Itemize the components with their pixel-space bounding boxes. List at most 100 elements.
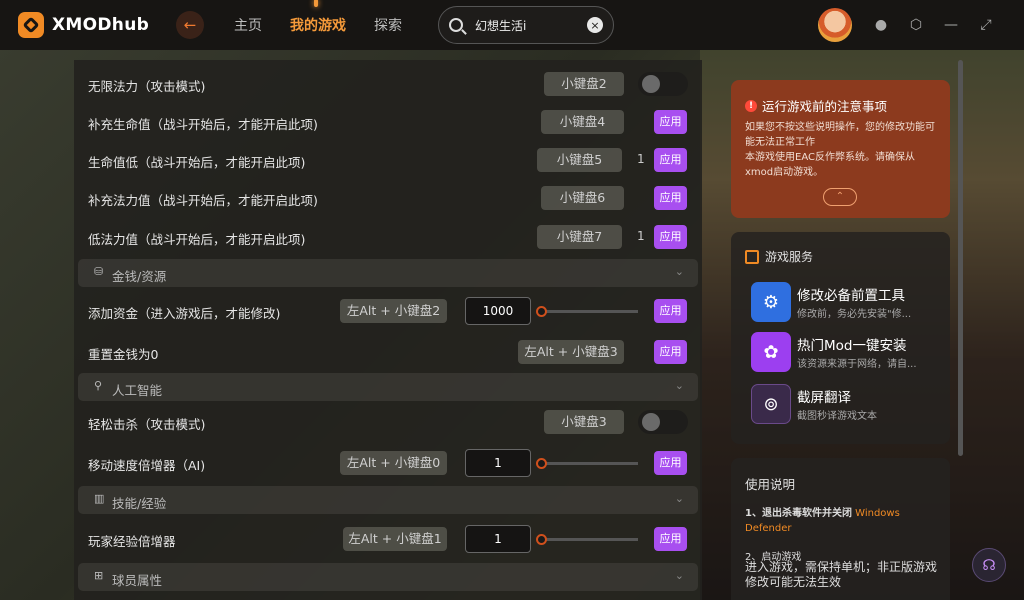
service-item[interactable]: ✿ 热门Mod一键安装 该资源来源于网络，请自... xyxy=(751,330,941,374)
value-slider[interactable] xyxy=(536,306,638,317)
value-slider[interactable] xyxy=(536,458,638,469)
settings-icon[interactable]: ⬡ xyxy=(907,16,925,34)
apply-button[interactable]: 应用 xyxy=(654,527,687,551)
flower-icon: ✿ xyxy=(751,332,791,372)
hotkey-badge[interactable]: 小键盘5 xyxy=(537,148,622,172)
arrow-left-icon: ← xyxy=(183,16,197,34)
chevron-down-icon: ⌄ xyxy=(674,569,684,582)
bar-chart-icon: ▥ xyxy=(94,492,105,505)
cheat-row: 补充法力值（战斗开始后，才能开启此项) 小键盘6 应用 xyxy=(74,180,702,216)
apply-button[interactable]: 应用 xyxy=(654,340,687,364)
minimize-icon[interactable]: — xyxy=(942,16,960,34)
chevron-down-icon: ⌄ xyxy=(674,492,684,505)
section-header-ai[interactable]: ⚲ 人工智能 ⌄ xyxy=(78,373,698,401)
guide-title: 使用说明 xyxy=(745,477,796,492)
notice-text-2: 本游戏使用EAC反作弊系统。请确保从xmod启动游戏。 xyxy=(745,152,915,178)
hotkey-badge[interactable]: 小键盘3 xyxy=(544,410,624,434)
grid-icon: ⊞ xyxy=(94,569,104,582)
cheat-label: 低法力值（战斗开始后，才能开启此项) xyxy=(88,232,306,247)
value-input[interactable]: 1000 xyxy=(465,297,531,325)
hotkey-badge[interactable]: 小键盘2 xyxy=(544,72,624,96)
logo-icon xyxy=(18,12,44,38)
hotkey-badge[interactable]: 小键盘4 xyxy=(541,110,624,134)
guide-step-1: 1、退出杀毒软件并关闭 Windows Defender xyxy=(745,506,941,536)
search-bar: × xyxy=(438,6,614,44)
cheat-toggle[interactable] xyxy=(638,72,688,96)
cheat-label: 添加资金（进入游戏后，才能修改) xyxy=(88,306,281,321)
section-header-player[interactable]: ⊞ 球员属性 ⌄ xyxy=(78,563,698,591)
back-button[interactable]: ← xyxy=(176,11,204,39)
cheat-label: 补充生命值（战斗开始后，才能开启此项) xyxy=(88,117,318,132)
apply-button[interactable]: 应用 xyxy=(654,110,687,134)
avatar[interactable] xyxy=(818,8,852,42)
cheat-row: 低法力值（战斗开始后，才能开启此项) 小键盘7 1 应用 xyxy=(74,219,702,255)
money-bag-icon: ⛁ xyxy=(94,265,104,278)
services-header: 游戏服务 xyxy=(745,248,813,265)
hotkey-badge[interactable]: 左Alt + 小键盘0 xyxy=(340,451,447,475)
cheat-value: 1 xyxy=(637,229,645,243)
section-title: 金钱/资源 xyxy=(112,269,167,284)
service-desc: 该资源来源于网络，请自... xyxy=(797,359,917,370)
cheat-row: 玩家经验倍增器 左Alt + 小键盘1 1 应用 xyxy=(74,521,702,557)
cheat-row: 添加资金（进入游戏后，才能修改) 左Alt + 小键盘2 1000 应用 xyxy=(74,293,702,329)
hotkey-badge[interactable]: 左Alt + 小键盘3 xyxy=(518,340,624,364)
download-icon: ⊚ xyxy=(751,384,791,424)
hotkey-badge[interactable]: 小键盘6 xyxy=(541,186,624,210)
section-title: 人工智能 xyxy=(112,383,163,398)
chevron-down-icon: ⌄ xyxy=(674,265,684,278)
apply-button[interactable]: 应用 xyxy=(654,225,687,249)
cheat-row: 补充生命值（战斗开始后，才能开启此项) 小键盘4 应用 xyxy=(74,104,702,140)
cheat-row: 轻松击杀（攻击模式) 小键盘3 xyxy=(74,404,702,440)
cheat-label: 重置金钱为0 xyxy=(88,347,159,362)
scrollbar[interactable] xyxy=(958,60,963,456)
hotkey-badge[interactable]: 小键盘7 xyxy=(537,225,622,249)
fullscreen-icon[interactable]: ⤢ xyxy=(977,16,995,34)
section-title: 技能/经验 xyxy=(112,496,167,511)
cheat-label: 轻松击杀（攻击模式) xyxy=(88,417,206,432)
apply-button[interactable]: 应用 xyxy=(654,451,687,475)
section-header-money[interactable]: ⛁ 金钱/资源 ⌄ xyxy=(78,259,698,287)
search-icon xyxy=(449,18,463,32)
guide-card: 使用说明 1、退出杀毒软件并关闭 Windows Defender 2、启动游戏… xyxy=(731,458,950,600)
service-desc: 截图秒译游戏文本 xyxy=(797,411,877,422)
guide-step-2-text: 进入游戏，需保持单机；非正版游戏修改可能无法生效 xyxy=(745,560,938,589)
section-header-skills[interactable]: ▥ 技能/经验 ⌄ xyxy=(78,486,698,514)
service-item[interactable]: ⊚ 截屏翻译 截图秒译游戏文本 xyxy=(751,382,941,426)
package-icon xyxy=(745,249,759,264)
chevron-up-icon: ⌃ xyxy=(835,191,845,202)
hotkey-badge[interactable]: 左Alt + 小键盘1 xyxy=(343,527,447,551)
hotkey-badge[interactable]: 左Alt + 小键盘2 xyxy=(340,299,447,323)
value-input[interactable]: 1 xyxy=(465,449,531,477)
nav-home[interactable]: 主页 xyxy=(234,15,262,35)
nav-explore[interactable]: 探索 xyxy=(374,15,402,35)
services-title: 游戏服务 xyxy=(765,250,814,264)
cheat-label: 补充法力值（战斗开始后，才能开启此项) xyxy=(88,193,318,208)
app-logo[interactable]: XMODhub xyxy=(18,12,166,38)
clear-search-button[interactable]: × xyxy=(587,17,603,33)
service-title: 热门Mod一键安装 xyxy=(797,338,907,354)
window-controls: ● ⬡ — ⤢ xyxy=(872,16,1012,34)
notification-icon[interactable]: ● xyxy=(872,16,890,34)
service-desc: 修改前，务必先安装"修... xyxy=(797,309,912,320)
alert-icon: ! xyxy=(745,99,757,112)
nav-my-games[interactable]: 我的游戏 xyxy=(290,0,346,35)
apply-button[interactable]: 应用 xyxy=(654,148,687,172)
cheat-toggle[interactable] xyxy=(638,410,688,434)
chevron-down-icon: ⌄ xyxy=(674,379,684,392)
notice-header: ! 运行游戏前的注意事项 xyxy=(745,96,887,115)
cheat-row: 无限法力（攻击模式) 小键盘2 xyxy=(74,66,702,102)
headset-icon[interactable]: ☊ xyxy=(972,548,1006,582)
notice-text: 如果您不按这些说明操作，您的修改功能可能无法正常工作 本游戏使用EAC反作弊系统… xyxy=(745,120,941,180)
apply-button[interactable]: 应用 xyxy=(654,186,687,210)
main-nav: 主页 我的游戏 探索 xyxy=(234,0,430,35)
service-item[interactable]: ⚙ 修改必备前置工具 修改前，务必先安装"修... xyxy=(751,280,941,324)
cheat-label: 生命值低（战斗开始后，才能开启此项) xyxy=(88,155,306,170)
apply-button[interactable]: 应用 xyxy=(654,299,687,323)
value-slider[interactable] xyxy=(536,534,638,545)
cheat-label: 移动速度倍增器（AI) xyxy=(88,458,206,473)
cheat-label: 无限法力（攻击模式) xyxy=(88,79,206,94)
guide-step-1-text: 1、退出杀毒软件并关闭 xyxy=(745,508,852,519)
search-input[interactable] xyxy=(475,18,585,32)
collapse-button[interactable]: ⌃ xyxy=(823,188,857,206)
value-input[interactable]: 1 xyxy=(465,525,531,553)
